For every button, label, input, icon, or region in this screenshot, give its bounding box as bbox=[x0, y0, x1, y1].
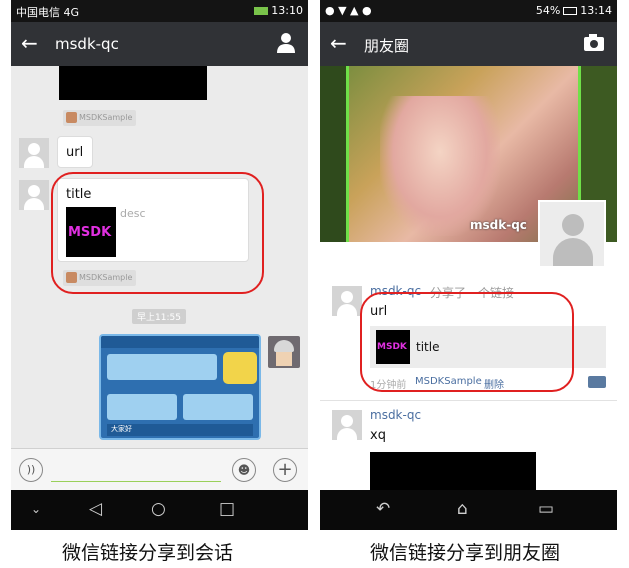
cover-frame bbox=[346, 66, 349, 242]
clock-text: 13:10 bbox=[271, 4, 303, 17]
game-footer: 大家好 bbox=[107, 424, 253, 436]
system-nav-bar: ⌄ ◁ ○ □ bbox=[11, 490, 308, 530]
profile-avatar[interactable] bbox=[538, 200, 606, 268]
status-right: 13:10 bbox=[251, 4, 303, 17]
game-row bbox=[107, 354, 217, 380]
moments-screen: ● ▼ ▲ ● 54% 13:14 ← 朋友圈 msdk-qc msdk-qc 分… bbox=[320, 0, 617, 530]
highlight-ring bbox=[51, 172, 264, 294]
game-row bbox=[183, 394, 253, 420]
back-arrow-icon[interactable]: ← bbox=[330, 31, 347, 55]
battery-icon bbox=[254, 7, 269, 15]
status-right: 54% 13:14 bbox=[536, 4, 612, 17]
caption-right: 微信链接分享到朋友圈 bbox=[370, 542, 561, 564]
post-author[interactable]: msdk-qc bbox=[370, 408, 421, 422]
post-image[interactable] bbox=[370, 452, 536, 492]
nav-home-icon[interactable]: ○ bbox=[151, 499, 166, 519]
avatar[interactable] bbox=[332, 410, 362, 440]
game-header-bar bbox=[101, 336, 259, 348]
image-message[interactable] bbox=[59, 66, 207, 100]
nav-menu-icon[interactable]: ⌄ bbox=[31, 502, 41, 516]
avatar[interactable] bbox=[268, 336, 300, 368]
person-icon[interactable] bbox=[276, 32, 296, 54]
chat-screen: 中国电信 4G 13:10 ← msdk-qc MSDKSample url t… bbox=[11, 0, 308, 530]
cover-figure bbox=[380, 96, 500, 236]
camera-icon[interactable] bbox=[583, 32, 605, 52]
carrier-text: 中国电信 4G bbox=[16, 6, 80, 19]
app-icon bbox=[66, 112, 77, 123]
moments-title-bar: ← 朋友圈 bbox=[320, 22, 617, 66]
nav-recent-icon[interactable]: ▭ bbox=[538, 499, 554, 519]
highlight-ring bbox=[360, 292, 574, 392]
avatar[interactable] bbox=[332, 286, 362, 316]
game-badge bbox=[223, 352, 257, 384]
post-text: xq bbox=[370, 428, 386, 443]
nav-recent-icon[interactable]: □ bbox=[219, 499, 235, 519]
nav-back-icon[interactable]: ◁ bbox=[89, 499, 102, 519]
url-message-bubble[interactable]: url bbox=[57, 136, 93, 168]
avatar[interactable] bbox=[19, 180, 49, 210]
system-nav-bar: ↶ ⌂ ▭ bbox=[320, 490, 617, 530]
message-input[interactable] bbox=[51, 481, 221, 482]
game-screenshot-message[interactable]: 大家好 bbox=[99, 334, 261, 440]
emoji-icon[interactable]: ☻ bbox=[232, 458, 256, 482]
input-bar: )) ☻ + bbox=[11, 448, 308, 490]
status-bar: ● ▼ ▲ ● 54% 13:14 bbox=[320, 0, 617, 22]
app-source-label: MSDKSample bbox=[79, 113, 133, 122]
chat-title-bar: ← msdk-qc bbox=[11, 22, 308, 66]
battery-icon bbox=[563, 7, 578, 15]
cover-edge bbox=[320, 66, 348, 242]
app-source-tag[interactable]: MSDKSample bbox=[63, 110, 137, 126]
back-arrow-icon[interactable]: ← bbox=[21, 31, 38, 55]
comment-icon[interactable] bbox=[588, 376, 606, 388]
notification-icons: ● ▼ ▲ ● bbox=[325, 4, 372, 17]
nav-back-icon[interactable]: ↶ bbox=[376, 499, 390, 519]
caption-left: 微信链接分享到会话 bbox=[62, 542, 234, 564]
add-icon[interactable]: + bbox=[273, 458, 297, 482]
url-message-text: url bbox=[66, 145, 84, 160]
divider bbox=[320, 400, 617, 401]
moments-title: 朋友圈 bbox=[364, 37, 410, 55]
status-bar: 中国电信 4G 13:10 bbox=[11, 0, 308, 22]
clock-text: 13:14 bbox=[580, 4, 612, 17]
game-row bbox=[107, 394, 177, 420]
time-label: 早上11:55 bbox=[132, 309, 186, 324]
chat-title: msdk-qc bbox=[55, 35, 119, 53]
cover-username: msdk-qc bbox=[470, 218, 527, 232]
voice-icon[interactable]: )) bbox=[19, 458, 43, 482]
nav-home-icon[interactable]: ⌂ bbox=[457, 499, 468, 519]
avatar[interactable] bbox=[19, 138, 49, 168]
battery-percent: 54% bbox=[535, 4, 561, 17]
